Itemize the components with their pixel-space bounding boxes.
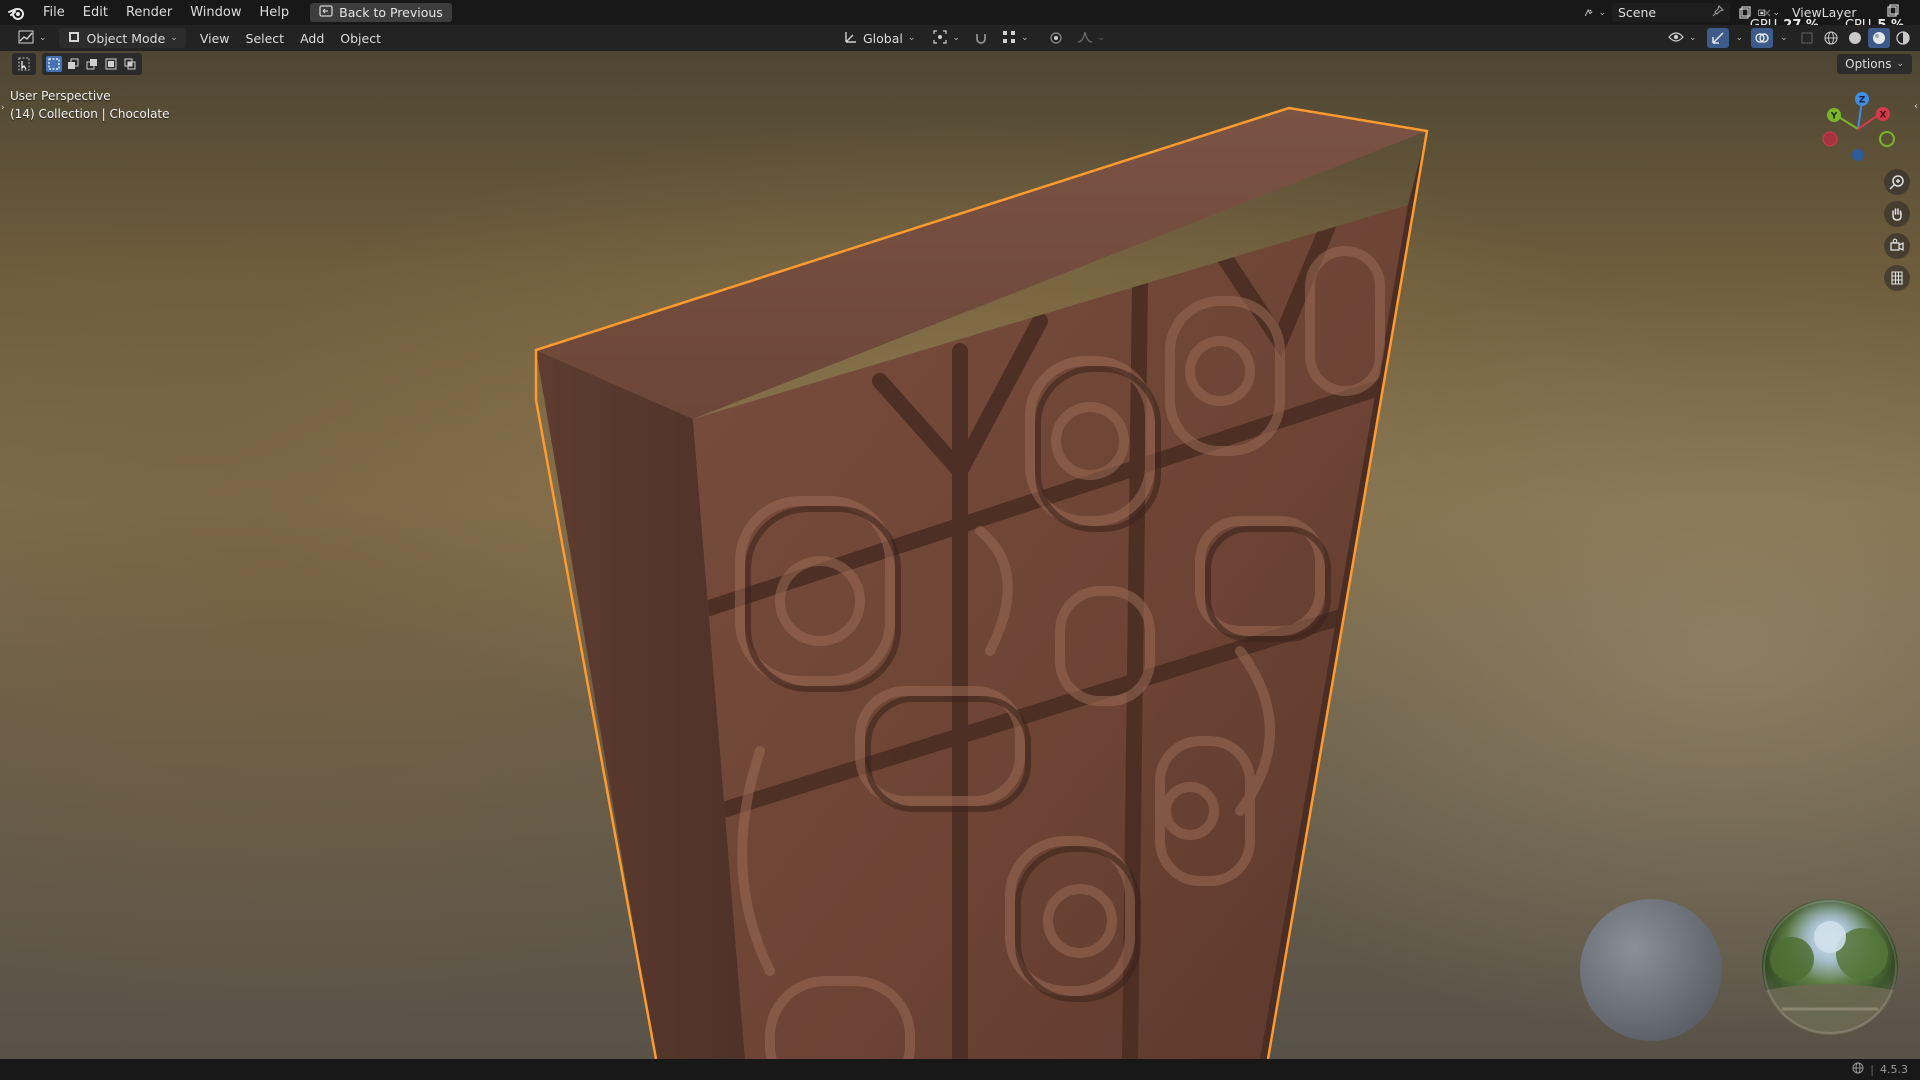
select-cursor-icon[interactable] — [16, 56, 32, 72]
camera-icon[interactable] — [1884, 233, 1910, 259]
object-mode-dropdown[interactable]: Object Mode ⌄ — [58, 28, 186, 48]
shading-material-icon[interactable] — [1867, 28, 1890, 48]
menu-window[interactable]: Window — [181, 0, 250, 25]
menu-select[interactable]: Select — [238, 28, 293, 48]
shading-wireframe-icon[interactable] — [1820, 28, 1842, 48]
3d-viewport[interactable]: Options ⌄ › ‹ User Perspective (14) Coll… — [0, 51, 1920, 1059]
viewport-info: User Perspective (14) Collection | Choco… — [10, 87, 170, 123]
version-separator: | — [1870, 1063, 1874, 1076]
back-icon — [319, 5, 333, 20]
grid-icon[interactable] — [1884, 265, 1910, 291]
proportional-falloff-dropdown[interactable]: ⌄ — [1069, 28, 1114, 48]
menu-view[interactable]: View — [192, 28, 238, 48]
falloff-icon — [1077, 31, 1093, 46]
menu-edit[interactable]: Edit — [74, 0, 117, 25]
view-name: User Perspective — [10, 89, 111, 103]
navigation-gizmo[interactable]: Z Y X — [1820, 89, 1900, 169]
object-mode-label: Object Mode — [86, 30, 166, 46]
snap-icon[interactable] — [970, 28, 992, 48]
scene-name-field[interactable]: Scene — [1612, 3, 1730, 22]
tool-row — [12, 53, 142, 75]
pan-hand-icon[interactable] — [1884, 201, 1910, 227]
active-tool-box[interactable] — [12, 53, 36, 75]
collection-info: (14) Collection | Chocolate — [10, 107, 170, 121]
version-info: | 4.5.3 — [1852, 1062, 1908, 1077]
pivot-icon — [933, 29, 948, 47]
lookdev-hdri-sphere — [1762, 899, 1898, 1035]
visibility-icon — [1668, 31, 1684, 46]
shading-solid-icon[interactable] — [1844, 28, 1866, 48]
overlay-icon[interactable] — [1751, 28, 1774, 48]
viewport-display-controls: ⌄ ⌄ ⌄ ⌄ — [1660, 28, 1920, 48]
gizmo-z-label: Z — [1859, 96, 1866, 106]
toolbar-expand-icon[interactable]: › — [1, 103, 5, 113]
select-invert-icon[interactable] — [103, 56, 119, 72]
gizmo-neg-x-axis[interactable] — [1822, 131, 1838, 147]
blender-logo-icon[interactable] — [0, 0, 34, 25]
selection-mode-group — [42, 53, 142, 75]
visibility-dropdown[interactable]: ⌄ — [1660, 28, 1705, 48]
transform-orientation-dropdown[interactable]: Global ⌄ — [836, 28, 923, 48]
status-bar: | 4.5.3 — [0, 1059, 1920, 1080]
sidebar-expand-icon[interactable]: ‹ — [1914, 101, 1918, 112]
select-subtract-icon[interactable] — [84, 56, 100, 72]
gizmo-icon[interactable] — [1706, 28, 1729, 48]
overlay-dropdown-icon[interactable]: ⌄ — [1780, 33, 1788, 43]
scene-icon[interactable]: ⌄ — [1584, 3, 1606, 23]
menu-add[interactable]: Add — [292, 28, 332, 48]
options-label: Options — [1845, 57, 1892, 71]
object-mode-icon — [67, 30, 81, 47]
transform-orientation-label: Global — [863, 30, 903, 46]
pin-icon[interactable] — [1712, 4, 1725, 20]
select-extend-icon[interactable] — [65, 56, 81, 72]
gizmo-y-label: Y — [1830, 112, 1838, 122]
menu-render[interactable]: Render — [117, 0, 181, 25]
gizmo-x-label: X — [1880, 111, 1887, 121]
proportional-icon[interactable] — [1045, 28, 1067, 48]
top-menu-bar: File Edit Render Window Help Back to Pre… — [0, 0, 1920, 33]
snap-target-icon — [1002, 30, 1016, 47]
menu-help[interactable]: Help — [251, 0, 299, 25]
options-dropdown[interactable]: Options ⌄ — [1837, 54, 1912, 74]
scene-name-text: Scene — [1618, 5, 1657, 20]
menu-object[interactable]: Object — [332, 28, 389, 48]
editor-type-icon — [18, 30, 34, 47]
xray-icon[interactable] — [1796, 28, 1818, 48]
gizmo-neg-y-axis[interactable] — [1879, 131, 1895, 147]
zoom-icon[interactable] — [1884, 169, 1910, 195]
viewport-header: ⌄ Object Mode ⌄ View Select Add Object G… — [0, 25, 1920, 51]
viewport-navigation — [1884, 169, 1910, 291]
hdri-trees-image — [1762, 900, 1898, 1035]
version-text: 4.5.3 — [1880, 1063, 1908, 1076]
shading-rendered-icon[interactable] — [1892, 28, 1914, 48]
pivot-point-dropdown[interactable]: ⌄ — [925, 28, 968, 48]
back-to-previous-button[interactable]: Back to Previous — [310, 3, 452, 22]
transform-controls: Global ⌄ ⌄ ⌄ ⌄ — [836, 28, 1113, 48]
editor-type-button[interactable]: ⌄ — [10, 28, 55, 48]
snap-target-dropdown[interactable]: ⌄ — [994, 28, 1037, 48]
lookdev-material-sphere — [1580, 899, 1722, 1041]
menu-file[interactable]: File — [34, 0, 74, 25]
orientation-icon — [844, 30, 858, 47]
globe-icon — [1852, 1062, 1864, 1077]
gizmo-neg-z-axis[interactable] — [1852, 149, 1864, 161]
back-to-previous-label: Back to Previous — [339, 5, 443, 20]
select-intersect-icon[interactable] — [122, 56, 138, 72]
gizmo-dropdown-icon[interactable]: ⌄ — [1736, 33, 1744, 43]
select-box-icon[interactable] — [46, 56, 62, 72]
